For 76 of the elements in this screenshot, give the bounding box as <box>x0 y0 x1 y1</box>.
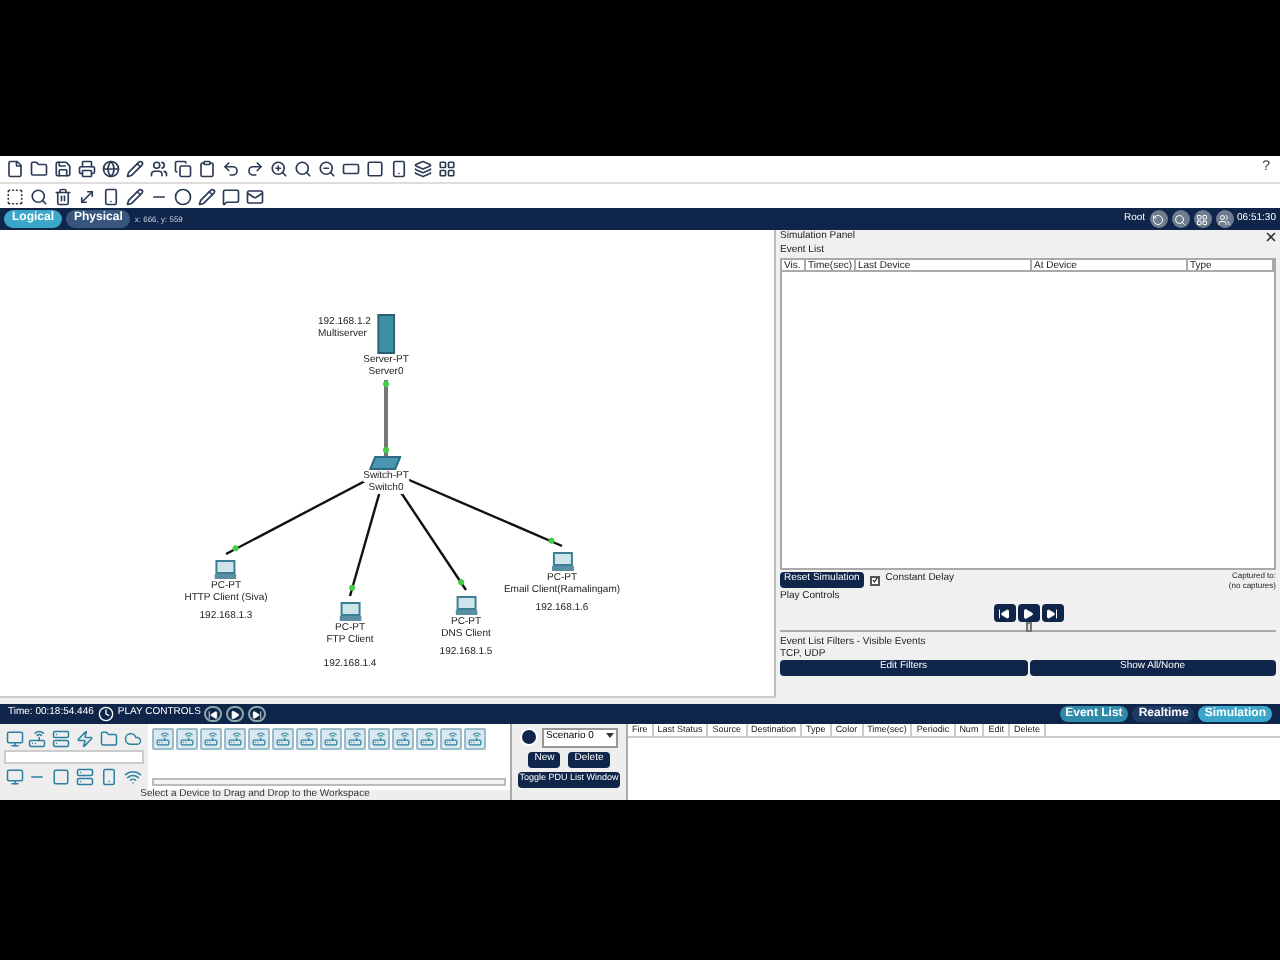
device-model-icon[interactable] <box>320 728 342 750</box>
users-icon[interactable] <box>148 158 170 180</box>
horizontal-scrollbar[interactable] <box>0 696 776 704</box>
speed-slider-track[interactable] <box>780 622 1276 632</box>
resize-icon[interactable] <box>76 185 98 207</box>
device-model-icon[interactable] <box>464 728 486 750</box>
device-type-icon[interactable] <box>98 766 119 786</box>
globe-icon[interactable] <box>100 158 122 180</box>
zoom-out-icon[interactable] <box>316 158 338 180</box>
clipboard-icon[interactable] <box>196 158 218 180</box>
device-model-icon[interactable] <box>152 728 174 750</box>
device-model-icon[interactable] <box>392 728 414 750</box>
select-icon[interactable] <box>4 185 26 207</box>
message-icon[interactable] <box>220 185 242 207</box>
device-model-icon[interactable] <box>440 728 462 750</box>
device-category-icon[interactable] <box>74 728 95 748</box>
computer-icon <box>551 552 573 572</box>
close-icon[interactable] <box>1266 232 1276 242</box>
device-icon[interactable] <box>388 158 410 180</box>
device-category-icon[interactable] <box>27 728 48 748</box>
computer-icon <box>455 596 477 616</box>
switch-icon <box>370 456 402 470</box>
search-icon[interactable] <box>28 185 50 207</box>
slider-thumb[interactable] <box>1025 622 1031 632</box>
dropdown-caret-icon <box>606 730 614 740</box>
device-type-icon[interactable] <box>74 766 95 786</box>
clock-icon <box>97 706 114 722</box>
skip-forward-icon[interactable] <box>1041 604 1063 622</box>
device-type-icon[interactable] <box>4 766 24 786</box>
device-category-icon[interactable] <box>122 728 143 748</box>
undo-icon[interactable] <box>220 158 242 180</box>
delete-icon[interactable] <box>52 185 74 207</box>
print-icon[interactable] <box>76 158 98 180</box>
view-icon[interactable] <box>1215 210 1234 228</box>
device-icon[interactable] <box>100 185 122 207</box>
play-icon[interactable] <box>226 706 245 722</box>
device-model-icon[interactable] <box>368 728 390 750</box>
line-icon[interactable] <box>124 185 146 207</box>
copy-icon[interactable] <box>172 158 194 180</box>
computer-icon <box>215 560 237 580</box>
skip-back-icon[interactable] <box>204 706 223 722</box>
network-link <box>383 380 389 456</box>
view-icon[interactable] <box>1149 210 1168 228</box>
device-model-icon[interactable] <box>344 728 366 750</box>
skip-forward-icon[interactable] <box>248 706 267 722</box>
new-file-icon[interactable] <box>4 158 26 180</box>
ellipse-icon[interactable] <box>172 185 194 207</box>
envelope-icon[interactable] <box>244 185 266 207</box>
save-icon[interactable] <box>52 158 74 180</box>
computer-icon <box>339 602 361 622</box>
search-icon[interactable] <box>292 158 314 180</box>
device-category-icon[interactable] <box>51 728 72 748</box>
square-icon[interactable] <box>364 158 386 180</box>
view-icon[interactable] <box>1171 210 1190 228</box>
rectangle-icon[interactable] <box>340 158 362 180</box>
device-model-icon[interactable] <box>296 728 318 750</box>
device-model-icon[interactable] <box>416 728 438 750</box>
server-icon <box>377 314 395 354</box>
scenario-icon <box>520 728 538 747</box>
play-icon[interactable] <box>1017 604 1039 622</box>
freeform-icon[interactable] <box>196 185 218 207</box>
pencil-icon[interactable] <box>124 158 146 180</box>
redo-icon[interactable] <box>244 158 266 180</box>
category-label-field <box>4 750 144 764</box>
view-icon[interactable] <box>1193 210 1212 228</box>
skip-back-icon[interactable] <box>993 604 1015 622</box>
device-category-icon[interactable] <box>98 728 119 748</box>
palette-scrollbar[interactable] <box>152 778 506 786</box>
folder-icon[interactable] <box>28 158 50 180</box>
device-type-icon[interactable] <box>51 766 72 786</box>
device-type-icon[interactable] <box>122 766 143 786</box>
device-category-icon[interactable] <box>4 728 24 748</box>
checkbox[interactable] <box>869 575 880 585</box>
layers-icon[interactable] <box>412 158 434 180</box>
zoom-in-icon[interactable] <box>268 158 290 180</box>
grid-icon[interactable] <box>436 158 458 180</box>
